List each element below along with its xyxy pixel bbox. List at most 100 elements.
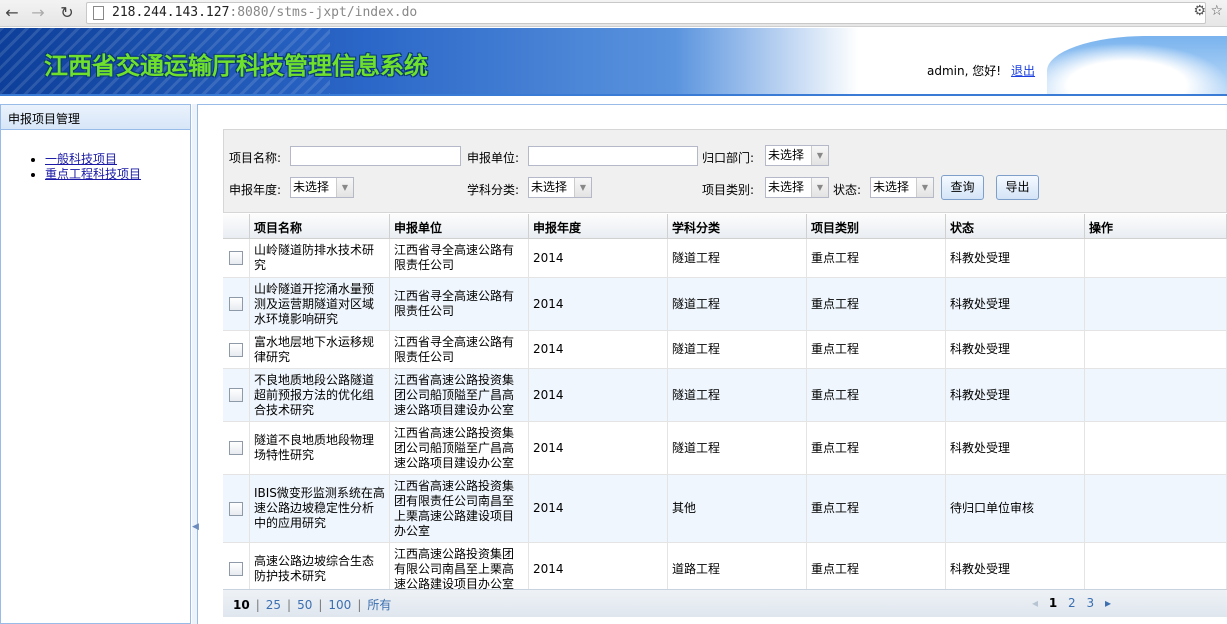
project-name-input[interactable]	[290, 146, 461, 166]
cell-category: 重点工程	[807, 543, 946, 589]
chevron-down-icon[interactable]: ▼	[811, 146, 828, 165]
cell-year: 2014	[529, 475, 668, 542]
address-bar[interactable]: 218.244.143.127:8080/stms-jxpt/index.do	[86, 2, 1206, 24]
dept-value: 未选择	[768, 148, 805, 162]
sidebar-link-general[interactable]: 一般科技项目	[45, 152, 117, 166]
unit-label: 申报单位:	[467, 151, 520, 165]
cell-year: 2014	[529, 278, 668, 330]
star-icon[interactable]: ☆	[1210, 3, 1223, 19]
prev-page-icon[interactable]: ◂	[1032, 596, 1038, 610]
back-icon[interactable]: ←	[2, 3, 22, 23]
row-select[interactable]	[223, 422, 250, 474]
year-select[interactable]: 未选择 ▼	[290, 177, 354, 198]
forward-icon[interactable]: →	[28, 3, 48, 23]
page-link[interactable]: 3	[1087, 596, 1095, 610]
row-checkbox[interactable]	[229, 562, 243, 576]
cell-year: 2014	[529, 239, 668, 277]
cell-unit: 江西省寻全高速公路有限责任公司	[390, 331, 529, 368]
cell-subject: 隧道工程	[668, 331, 807, 368]
cell-unit: 江西省寻全高速公路有限责任公司	[390, 278, 529, 330]
row-select[interactable]	[223, 475, 250, 542]
header-subject[interactable]: 学科分类	[668, 214, 807, 238]
page-link[interactable]: 2	[1068, 596, 1076, 610]
sidebar-item-key-project: 重点工程科技项目	[45, 167, 190, 182]
user-info: admin, 您好! 退出	[927, 62, 1035, 79]
page-size-option[interactable]: 所有	[367, 598, 391, 612]
next-page-icon[interactable]: ▸	[1105, 596, 1111, 610]
row-checkbox[interactable]	[229, 388, 243, 402]
row-checkbox[interactable]	[229, 441, 243, 455]
cell-category: 重点工程	[807, 369, 946, 421]
table-row[interactable]: 山岭隧道开挖涌水量预测及运营期隧道对区域水环境影响研究 江西省寻全高速公路有限责…	[223, 278, 1227, 331]
cell-year: 2014	[529, 331, 668, 368]
cell-project-name: 山岭隧道防排水技术研究	[250, 239, 390, 277]
logout-link[interactable]: 退出	[1011, 64, 1035, 78]
query-button[interactable]: 查询	[941, 175, 984, 200]
page-size-option[interactable]: 50	[297, 598, 312, 612]
chevron-down-icon[interactable]: ▼	[916, 178, 933, 197]
chevron-down-icon[interactable]: ▼	[336, 178, 353, 197]
table-row[interactable]: 高速公路边坡综合生态防护技术研究 江西高速公路投资集团有限公司南昌至上栗高速公路…	[223, 543, 1227, 589]
table-row[interactable]: 不良地质地段公路隧道超前预报方法的优化组合技术研究 江西省高速公路投资集团公司船…	[223, 369, 1227, 422]
url-path: /stms-jxpt/index.do	[268, 5, 418, 20]
row-select[interactable]	[223, 278, 250, 330]
sidebar: 申报项目管理 一般科技项目 重点工程科技项目	[0, 104, 191, 624]
header-status[interactable]: 状态	[946, 214, 1085, 238]
page-size-option[interactable]: 25	[266, 598, 281, 612]
row-checkbox[interactable]	[229, 342, 243, 357]
table-row[interactable]: 山岭隧道防排水技术研究 江西省寻全高速公路有限责任公司 2014 隧道工程 重点…	[223, 239, 1227, 278]
table-row[interactable]: IBIS微变形监测系统在高速公路边坡稳定性分析中的应用研究 江西省高速公路投资集…	[223, 475, 1227, 543]
header-project-name[interactable]: 项目名称	[250, 214, 390, 238]
cell-operation	[1085, 239, 1227, 277]
reload-icon[interactable]: ↻	[57, 3, 77, 23]
cell-status: 科教处受理	[946, 331, 1085, 368]
row-checkbox[interactable]	[229, 297, 243, 311]
cell-unit: 江西省高速公路投资集团有限责任公司南昌至上栗高速公路建设项目办公室	[390, 475, 529, 542]
header-category[interactable]: 项目类别	[807, 214, 946, 238]
row-select[interactable]	[223, 331, 250, 368]
dept-select[interactable]: 未选择 ▼	[765, 145, 829, 166]
cell-operation	[1085, 369, 1227, 421]
unit-input[interactable]	[528, 146, 698, 166]
page-link[interactable]: 1	[1049, 596, 1057, 610]
table-row[interactable]: 隧道不良地质地段物理场特性研究 江西省高速公路投资集团公司船顶隘至广昌高速公路项…	[223, 422, 1227, 475]
row-checkbox[interactable]	[229, 251, 243, 265]
cell-unit: 江西省高速公路投资集团公司船顶隘至广昌高速公路项目建设办公室	[390, 369, 529, 421]
system-title: 江西省交通运输厅科技管理信息系统	[44, 52, 428, 80]
cell-unit: 江西省寻全高速公路有限责任公司	[390, 239, 529, 277]
settings-icon[interactable]: ⚙	[1193, 3, 1206, 19]
cell-category: 重点工程	[807, 475, 946, 542]
header-year[interactable]: 申报年度	[529, 214, 668, 238]
cloud-image	[1047, 36, 1227, 94]
export-button[interactable]: 导出	[996, 175, 1039, 200]
page-size-option[interactable]: 100	[328, 598, 351, 612]
row-select[interactable]	[223, 239, 250, 277]
cell-subject: 其他	[668, 475, 807, 542]
header-unit[interactable]: 申报单位	[390, 214, 529, 238]
row-checkbox[interactable]	[229, 501, 243, 516]
category-select[interactable]: 未选择 ▼	[765, 177, 829, 198]
cell-operation	[1085, 278, 1227, 330]
browser-toolbar: ← → ↻ 218.244.143.127:8080/stms-jxpt/ind…	[0, 0, 1227, 27]
chevron-down-icon[interactable]: ▼	[574, 178, 591, 197]
table-row[interactable]: 富水地层地下水运移规律研究 江西省寻全高速公路有限责任公司 2014 隧道工程 …	[223, 331, 1227, 369]
header-checkbox-cell	[223, 214, 250, 238]
url-host: 218.244.143.127	[112, 5, 230, 20]
cell-category: 重点工程	[807, 331, 946, 368]
cell-year: 2014	[529, 543, 668, 589]
project-grid: 项目名称 申报单位 申报年度 学科分类 项目类别 状态 操作 山岭隧道防排水技术…	[223, 214, 1227, 589]
row-select[interactable]	[223, 543, 250, 589]
page-icon	[93, 6, 104, 20]
dept-label: 归口部门:	[702, 151, 755, 165]
chevron-down-icon[interactable]: ▼	[811, 178, 828, 197]
sidebar-link-key-project[interactable]: 重点工程科技项目	[45, 167, 141, 181]
category-value: 未选择	[768, 180, 805, 194]
category-label: 项目类别:	[702, 183, 755, 197]
header-operation: 操作	[1085, 214, 1227, 238]
subject-select[interactable]: 未选择 ▼	[528, 177, 592, 198]
status-select[interactable]: 未选择 ▼	[870, 177, 934, 198]
page-size-selector: 10 | 25 | 50 | 100 | 所有	[233, 598, 392, 612]
cell-category: 重点工程	[807, 239, 946, 277]
row-select[interactable]	[223, 369, 250, 421]
page-size-option[interactable]: 10	[233, 598, 250, 612]
